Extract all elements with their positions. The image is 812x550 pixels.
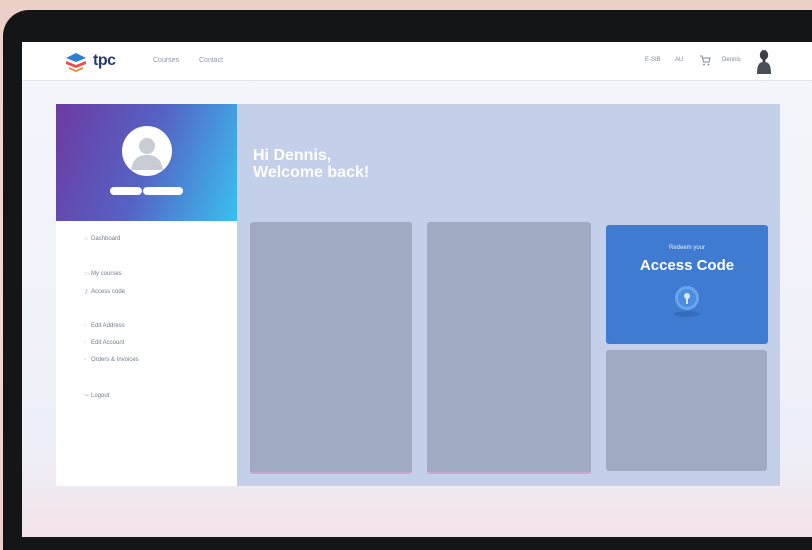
sidebar-item-edit-address[interactable]: ◦ Edit Address	[84, 323, 125, 329]
user-name[interactable]: Dennis	[722, 57, 741, 63]
sidebar-item-label: Orders & Invoices	[91, 357, 139, 363]
home-icon: ⌂	[84, 236, 88, 242]
key-icon: ⚷	[84, 289, 89, 295]
sidebar: ⌂ Dashboard ▭My courses ⚷ Access code ◦ Edi…	[56, 104, 237, 486]
sidebar-item-my-courses[interactable]: ▭My courses	[84, 270, 122, 277]
nav-link-courses[interactable]: Courses	[153, 57, 179, 64]
sidebar-item-access-code[interactable]: ⚷ Access code	[84, 288, 125, 295]
sidebar-item-label: My courses	[91, 271, 122, 277]
placeholder-card-3[interactable]	[606, 350, 767, 471]
access-card-title: Access Code	[639, 257, 735, 274]
placeholder-card-2[interactable]	[427, 222, 591, 474]
name-placeholder-bar	[110, 187, 142, 195]
sidebar-item-label: Dashboard	[91, 236, 121, 242]
profile-avatar[interactable]	[122, 126, 172, 176]
welcome-greeting: Hi Dennis, Welcome back!	[253, 147, 369, 181]
name-placeholder-bar	[143, 187, 183, 195]
user-icon: ◦	[84, 340, 87, 346]
language-selector[interactable]: E-SIB	[645, 57, 661, 63]
logout-icon: ↪	[84, 393, 90, 399]
app-screen: tpc Courses Contact E-SIB AU Dennis ⌂ Da…	[22, 42, 812, 537]
sidebar-item-edit-account[interactable]: ◦ Edit Account	[84, 340, 124, 346]
sidebar-item-label: Logout	[91, 393, 110, 399]
pin-icon: ◦	[84, 323, 87, 329]
greeting-line-2: Welcome back!	[253, 164, 370, 181]
default-avatar-icon	[131, 138, 163, 170]
tpc-logo-icon[interactable]	[64, 52, 88, 72]
receipt-icon: ▫	[84, 357, 87, 363]
sidebar-item-label: Edit Account	[91, 340, 125, 346]
user-avatar-icon[interactable]	[756, 48, 772, 74]
region-selector[interactable]: AU	[675, 57, 683, 63]
top-navigation-bar: tpc Courses Contact E-SIB AU Dennis	[22, 42, 812, 81]
greeting-line-1: Hi Dennis,	[253, 147, 332, 164]
nav-link-contact[interactable]: Contact	[199, 57, 223, 64]
sidebar-item-dashboard[interactable]: ⌂ Dashboard	[84, 236, 120, 242]
dashboard-panel: ⌂ Dashboard ▭My courses ⚷ Access code ◦ Edi…	[56, 104, 780, 486]
access-card-kicker: Redeem your	[668, 245, 706, 251]
cart-icon[interactable]	[699, 54, 711, 66]
book-icon: ▭	[84, 271, 90, 277]
sidebar-item-label: Edit Address	[91, 323, 125, 329]
key-coin-icon	[674, 286, 700, 317]
profile-header	[56, 104, 237, 221]
brand-name[interactable]: tpc	[93, 52, 116, 70]
access-code-card[interactable]: Redeem your Access Code	[606, 225, 768, 344]
sidebar-item-orders-invoices[interactable]: ▫ Orders & Invoices	[84, 357, 139, 363]
placeholder-card-1[interactable]	[250, 222, 412, 474]
sidebar-item-logout[interactable]: ↪ Logout	[84, 392, 109, 399]
sidebar-item-label: Access code	[91, 289, 126, 295]
